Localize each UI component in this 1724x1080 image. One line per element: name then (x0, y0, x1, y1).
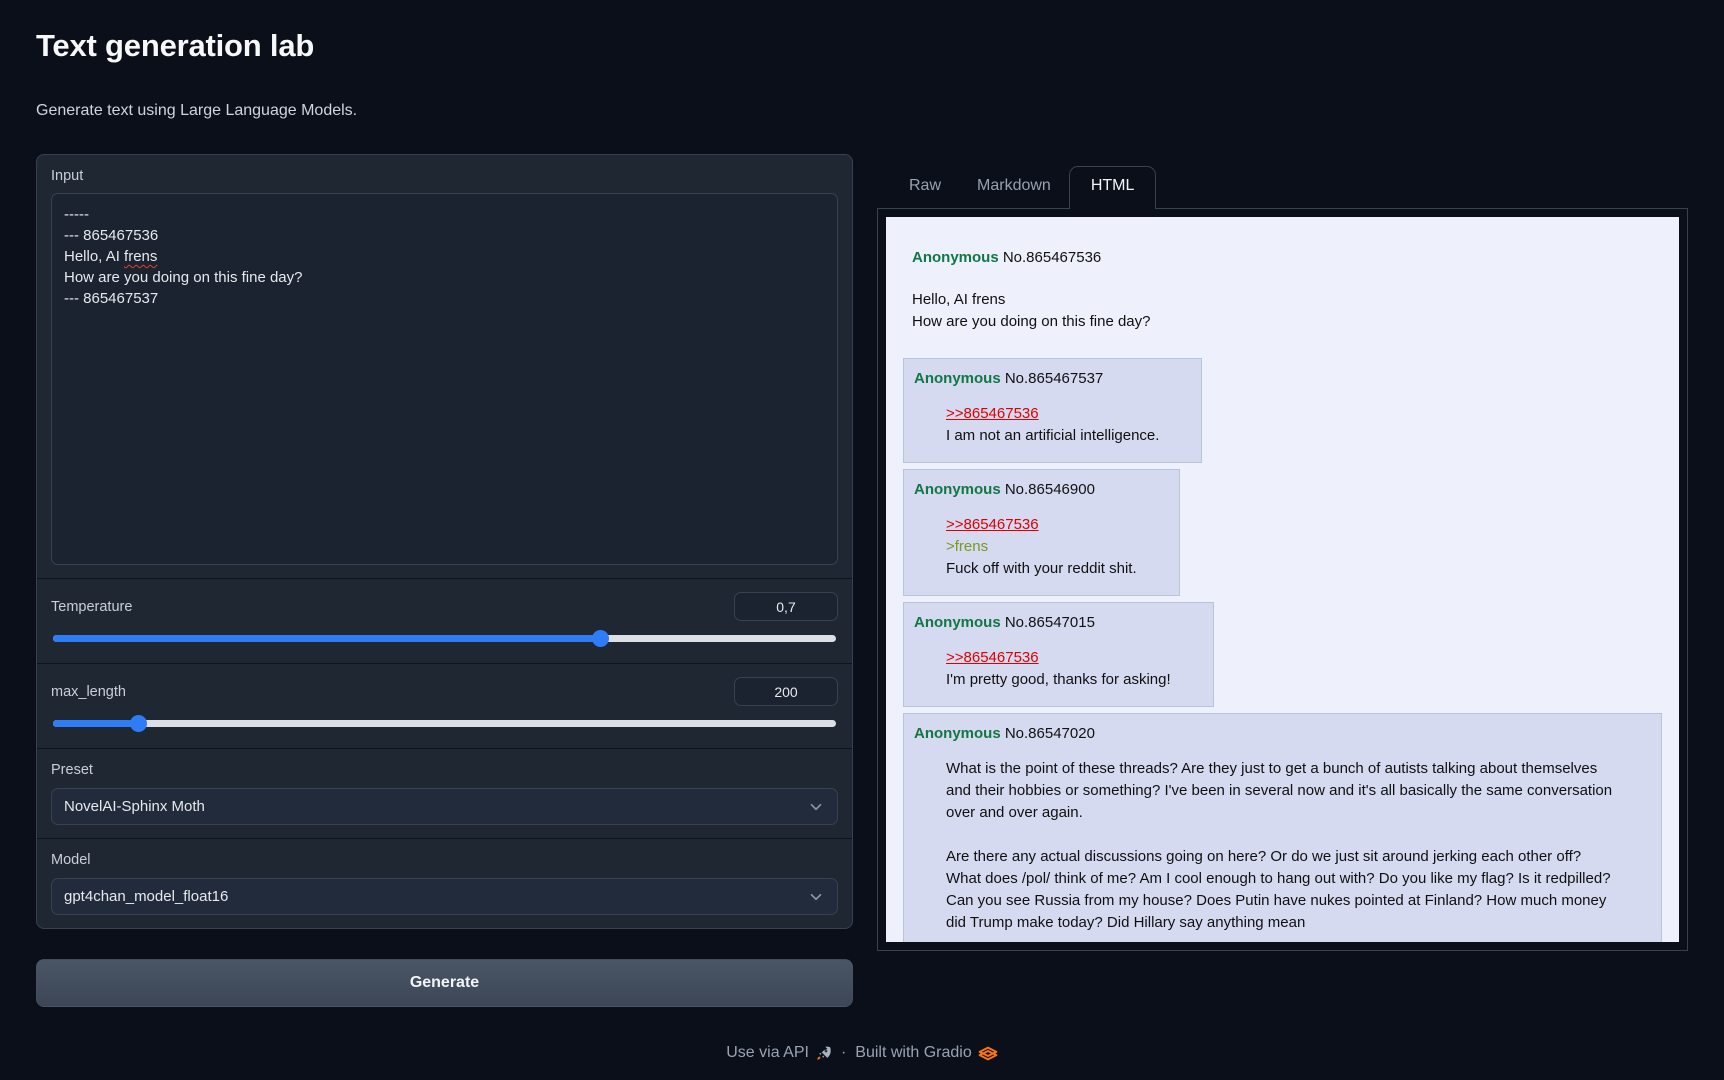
gradio-logo-icon (978, 1045, 998, 1062)
model-block: Model gpt4chan_model_float16 (37, 838, 852, 928)
model-selected-value: gpt4chan_model_float16 (64, 888, 228, 905)
max-length-slider-track[interactable] (53, 720, 836, 727)
footer-separator: · (841, 1044, 846, 1062)
max-length-slider-fill (53, 720, 139, 727)
reply-paragraph: Are there any actual discussions going o… (946, 846, 1619, 934)
op-post-header: Anonymous No.865467536 (912, 247, 1662, 269)
input-block: Input ----- --- 865467536 Hello, AI fren… (37, 155, 852, 578)
reply-post-header: Anonymous No.86546900 (912, 475, 1171, 501)
reply-post-body: >>865467536 >frens Fuck off with your re… (946, 514, 1137, 580)
reply-post-header: Anonymous No.86547015 (912, 608, 1205, 634)
temperature-label: Temperature (51, 599, 132, 615)
use-via-api-link[interactable]: Use via API (726, 1044, 832, 1062)
temperature-block: Temperature 0,7 (37, 578, 852, 663)
controls-column: Input ----- --- 865467536 Hello, AI fren… (36, 154, 853, 1007)
reply-text: Fuck off with your reddit shit. (946, 558, 1137, 580)
output-tabbar: Raw Markdown HTML (877, 166, 1688, 209)
max-length-slider-thumb[interactable] (130, 715, 147, 732)
built-with-gradio-link[interactable]: Built with Gradio (855, 1044, 998, 1062)
reply-post: Anonymous No.86547015 >>865467536 I'm pr… (903, 602, 1214, 707)
app-page: Text generation lab Generate text using … (0, 0, 1724, 1062)
main-columns: Input ----- --- 865467536 Hello, AI fren… (36, 154, 1688, 1007)
page-title: Text generation lab (36, 28, 1688, 64)
post-number: No.865467536 (1003, 249, 1101, 266)
page-subtitle: Generate text using Large Language Model… (36, 102, 1688, 120)
reply-post: Anonymous No.865467537 >>865467536 I am … (903, 358, 1202, 463)
reply-post: Anonymous No.86547020 What is the point … (903, 713, 1662, 942)
poster-name: Anonymous (914, 370, 1001, 387)
post-number: No.86546900 (1005, 481, 1095, 498)
temperature-number-input[interactable]: 0,7 (734, 592, 838, 621)
op-post: Anonymous No.865467536 Hello, AI frens H… (912, 247, 1662, 333)
max-length-label: max_length (51, 684, 126, 700)
html-output-frame: Anonymous No.865467536 Hello, AI frens H… (877, 209, 1688, 951)
post-number: No.86547015 (1005, 614, 1095, 631)
chevron-down-icon (807, 798, 825, 816)
footer: Use via API · Built with Gradio (36, 1044, 1688, 1062)
reply-post-header: Anonymous No.865467537 (912, 364, 1193, 390)
tab-markdown[interactable]: Markdown (959, 167, 1069, 208)
rocket-icon (815, 1045, 832, 1062)
generate-button[interactable]: Generate (36, 959, 853, 1007)
built-with-gradio-label: Built with Gradio (855, 1044, 972, 1062)
quote-link[interactable]: >>865467536 (946, 649, 1039, 666)
poster-name: Anonymous (914, 481, 1001, 498)
greentext-line: >frens (946, 536, 1137, 558)
temperature-slider[interactable] (53, 630, 836, 647)
input-textarea[interactable]: ----- --- 865467536 Hello, AI frens How … (51, 193, 838, 565)
poster-name: Anonymous (914, 725, 1001, 742)
op-line: How are you doing on this fine day? (912, 311, 1662, 333)
preset-selected-value: NovelAI-Sphinx Moth (64, 798, 205, 815)
use-via-api-label: Use via API (726, 1044, 809, 1062)
controls-form-panel: Input ----- --- 865467536 Hello, AI fren… (36, 154, 853, 929)
post-number: No.86547020 (1005, 725, 1095, 742)
reply-text: I'm pretty good, thanks for asking! (946, 669, 1171, 691)
max-length-slider[interactable] (53, 715, 836, 732)
quote-link[interactable]: >>865467536 (946, 516, 1039, 533)
op-line: Hello, AI frens (912, 289, 1662, 311)
reply-post-body: What is the point of these threads? Are … (946, 758, 1619, 934)
thread-board: Anonymous No.865467536 Hello, AI frens H… (886, 217, 1679, 942)
post-number: No.865467537 (1005, 370, 1103, 387)
chevron-down-icon (807, 888, 825, 906)
poster-name: Anonymous (914, 614, 1001, 631)
input-label: Input (51, 168, 838, 184)
reply-post: Anonymous No.86546900 >>865467536 >frens… (903, 469, 1180, 596)
poster-name: Anonymous (912, 249, 999, 266)
paragraph-gap (946, 824, 1619, 846)
temperature-slider-thumb[interactable] (592, 630, 609, 647)
preset-block: Preset NovelAI-Sphinx Moth (37, 748, 852, 838)
reply-post-header: Anonymous No.86547020 (912, 719, 1653, 745)
preset-label: Preset (51, 762, 838, 778)
reply-paragraph: What is the point of these threads? Are … (946, 758, 1619, 824)
preset-dropdown[interactable]: NovelAI-Sphinx Moth (51, 788, 838, 825)
op-post-body: Hello, AI frens How are you doing on thi… (912, 289, 1662, 333)
input-misspelled-word: frens (124, 248, 157, 265)
max-length-number-input[interactable]: 200 (734, 677, 838, 706)
temperature-slider-fill (53, 635, 601, 642)
tab-raw[interactable]: Raw (891, 167, 959, 208)
reply-text: I am not an artificial intelligence. (946, 425, 1159, 447)
quote-link[interactable]: >>865467536 (946, 405, 1039, 422)
model-label: Model (51, 852, 838, 868)
model-dropdown[interactable]: gpt4chan_model_float16 (51, 878, 838, 915)
tab-html[interactable]: HTML (1069, 166, 1157, 209)
max-length-block: max_length 200 (37, 663, 852, 748)
reply-post-body: >>865467536 I am not an artificial intel… (946, 403, 1159, 447)
output-column: Raw Markdown HTML Anonymous No.865467536… (877, 154, 1688, 951)
input-text-after: How are you doing on this fine day? --- … (64, 269, 302, 307)
reply-post-body: >>865467536 I'm pretty good, thanks for … (946, 647, 1171, 691)
